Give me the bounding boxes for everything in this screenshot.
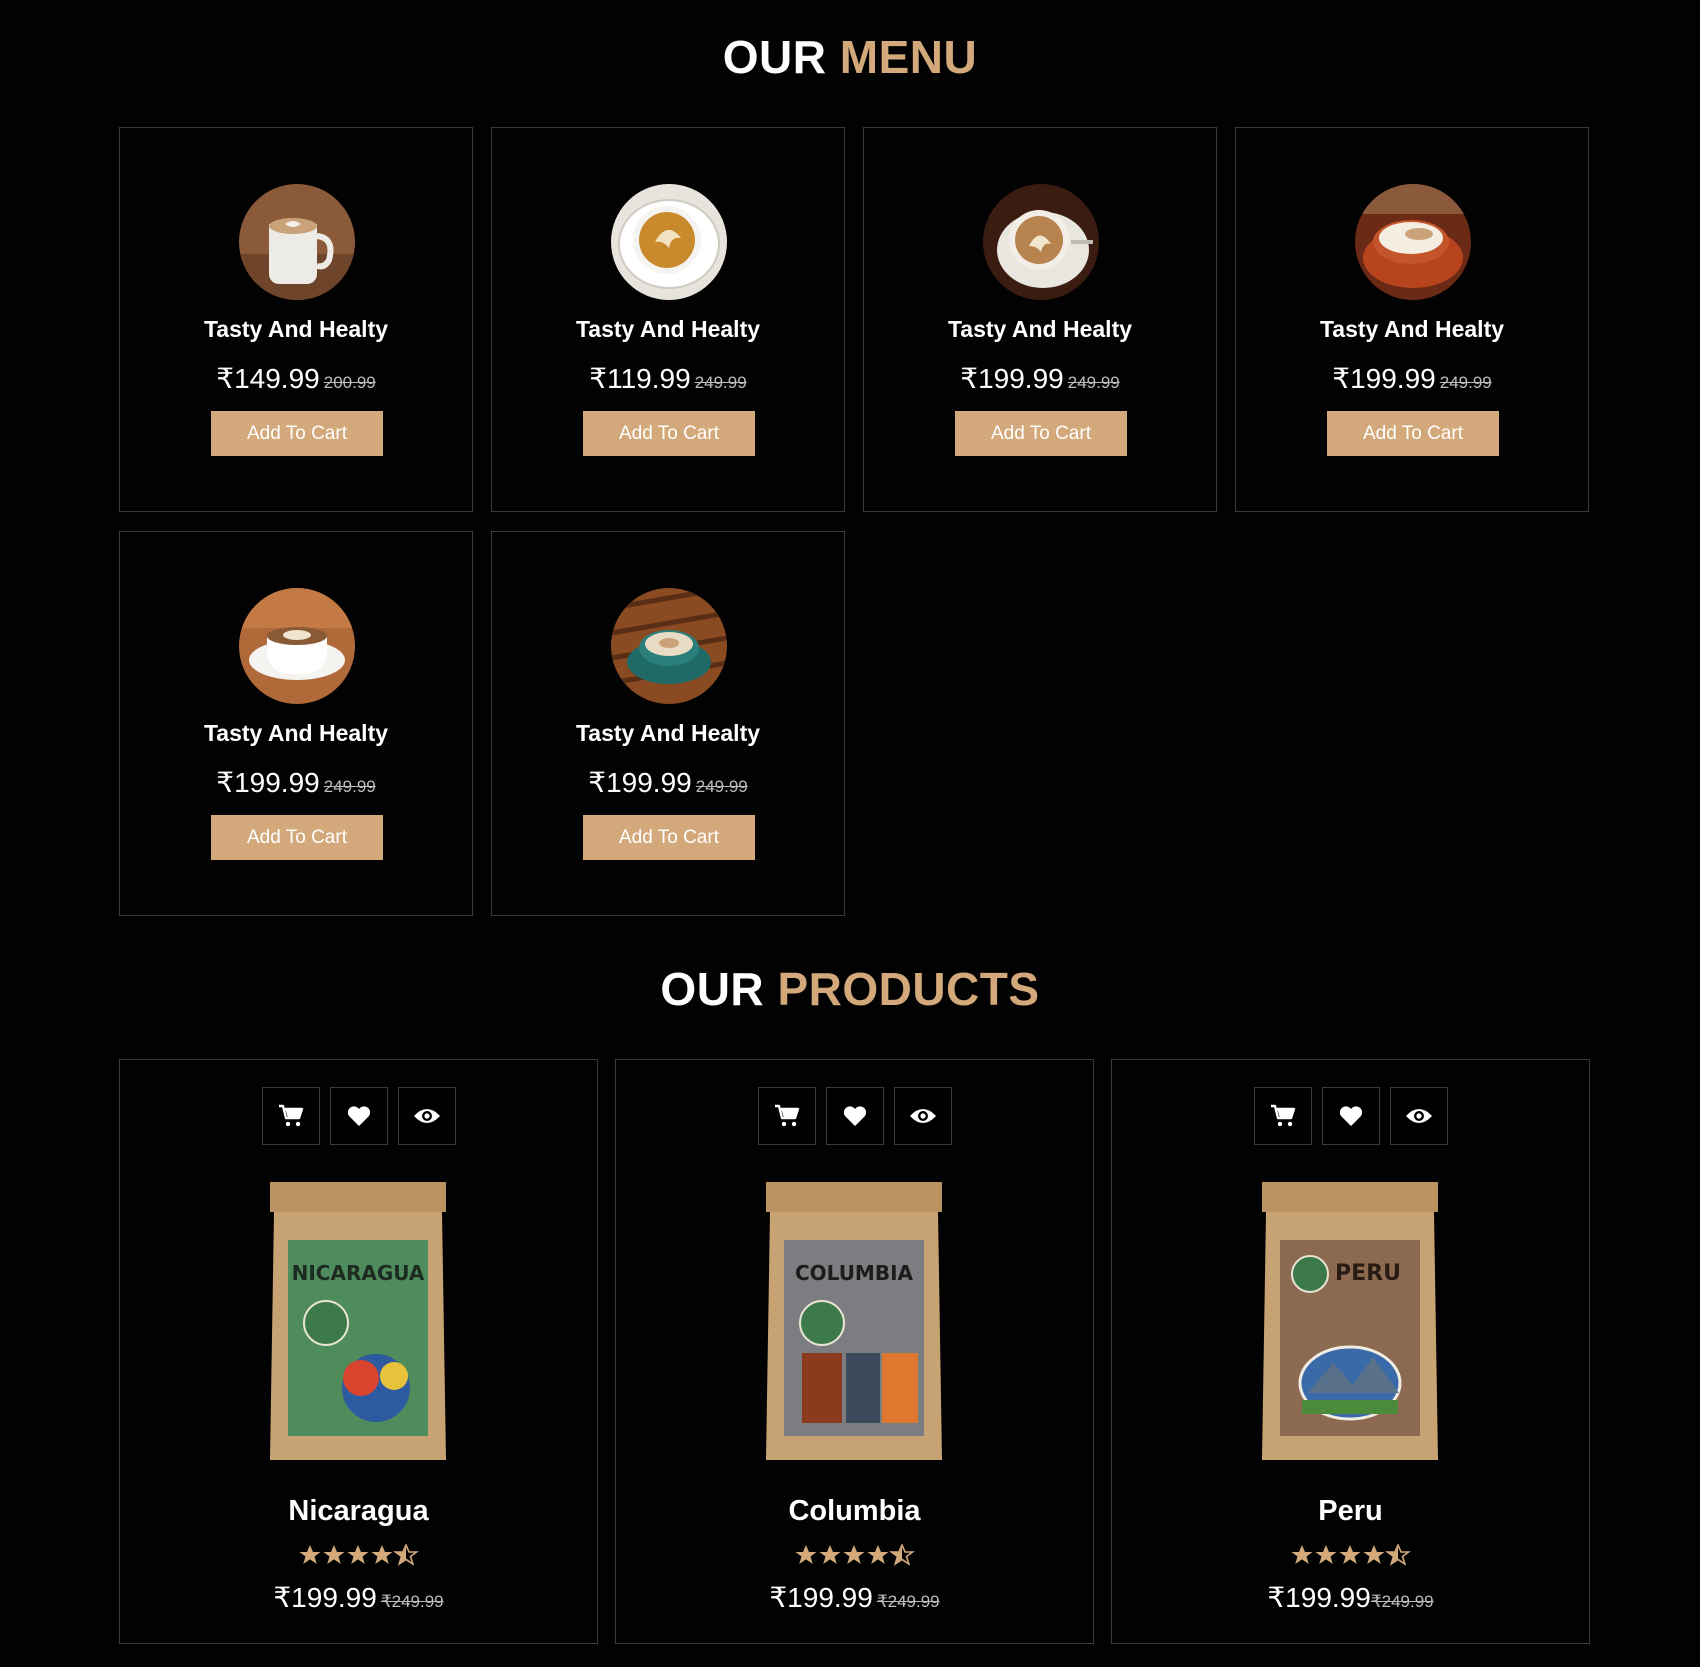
eye-icon[interactable] (398, 1087, 456, 1145)
menu-item-price: ₹199.99 (960, 363, 1064, 394)
product-price: ₹199.99 (273, 1582, 377, 1613)
heart-icon[interactable] (1322, 1087, 1380, 1145)
menu-item-price-row: ₹199.99 249.99 (120, 766, 472, 799)
coffee-photo (983, 184, 1099, 300)
menu-item-old-price: 249.99 (695, 777, 748, 796)
products-heading-part1: OUR (660, 963, 765, 1015)
rating-stars (616, 1542, 1093, 1573)
heart-icon[interactable] (826, 1087, 884, 1145)
coffee-photo (611, 184, 727, 300)
star-icons (299, 1542, 419, 1566)
menu-item-old-price: 249.99 (694, 373, 747, 392)
star-icons (795, 1542, 915, 1566)
rating-stars (1112, 1542, 1589, 1573)
product-price: ₹199.99 (769, 1582, 873, 1613)
menu-item-price: ₹199.99 (588, 767, 692, 798)
menu-heading-part2: MENU (839, 31, 978, 83)
menu-item-price: ₹119.99 (589, 363, 691, 394)
menu-item-price-row: ₹119.99 249.99 (492, 362, 844, 395)
product-card: COLUMBIA Columbia ₹199.99 ₹249.99 (615, 1059, 1094, 1644)
product-price-row: ₹199.99₹249.99 (616, 1581, 1093, 1614)
add-to-cart-button[interactable]: Add To Cart (583, 411, 755, 456)
product-old-price: ₹249.99 (1370, 1592, 1434, 1611)
product-old-price: ₹249.99 (380, 1592, 444, 1611)
bag-label: PERU (1335, 1261, 1401, 1286)
product-actions (758, 1087, 954, 1145)
coffee-photo (611, 588, 727, 704)
products-heading-part2: PRODUCTS (777, 963, 1040, 1015)
product-card: PERU Peru ₹199.99₹249.99 (1111, 1059, 1590, 1644)
coffee-bag-image: NICARAGUA (266, 1178, 450, 1466)
menu-item-old-price: 249.99 (323, 777, 376, 796)
coffee-bag-image: PERU (1258, 1178, 1442, 1466)
menu-item-old-price: 200.99 (323, 373, 376, 392)
menu-card: Tasty And Healty ₹199.99 249.99 Add To Ca… (1235, 127, 1589, 512)
product-price: ₹199.99 (1267, 1582, 1371, 1613)
product-price-row: ₹199.99₹249.99 (120, 1581, 597, 1614)
star-icons (1291, 1542, 1411, 1566)
add-to-cart-button[interactable]: Add To Cart (955, 411, 1127, 456)
coffee-photo (239, 588, 355, 704)
menu-item-name: Tasty And Healty (203, 316, 389, 342)
menu-card: Tasty And Healty ₹199.99 249.99 Add To Ca… (491, 531, 845, 916)
bag-label: NICARAGUA (292, 1261, 425, 1285)
menu-item-price: ₹149.99 (216, 363, 320, 394)
cart-icon[interactable] (1254, 1087, 1312, 1145)
product-actions (262, 1087, 458, 1145)
menu-heading-part1: OUR (722, 31, 827, 83)
menu-item-old-price: 249.99 (1439, 373, 1492, 392)
menu-item-price: ₹199.99 (1332, 363, 1436, 394)
menu-item-name: Tasty And Healty (1319, 316, 1505, 342)
coffee-photo (239, 184, 355, 300)
menu-card: Tasty And Healty ₹149.99 200.99 Add To Ca… (119, 127, 473, 512)
menu-item-name: Tasty And Healty (947, 316, 1133, 342)
menu-item-name: Tasty And Healty (575, 316, 761, 342)
menu-item-price-row: ₹199.99 249.99 (864, 362, 1216, 395)
menu-item-price-row: ₹199.99 249.99 (1236, 362, 1588, 395)
menu-item-price-row: ₹199.99 249.99 (492, 766, 844, 799)
menu-item-old-price: 249.99 (1067, 373, 1120, 392)
product-name: Columbia (788, 1495, 921, 1527)
product-old-price: ₹249.99 (876, 1592, 940, 1611)
eye-icon[interactable] (894, 1087, 952, 1145)
add-to-cart-button[interactable]: Add To Cart (583, 815, 755, 860)
menu-item-name: Tasty And Healty (575, 720, 761, 746)
menu-card: Tasty And Healty ₹199.99 249.99 Add To Ca… (119, 531, 473, 916)
rating-stars (120, 1542, 597, 1573)
product-name: Peru (1318, 1495, 1383, 1527)
cart-icon[interactable] (262, 1087, 320, 1145)
products-heading: OUR PRODUCTS (0, 962, 1700, 1016)
menu-heading: OUR MENU (0, 30, 1700, 84)
menu-item-name: Tasty And Healty (203, 720, 389, 746)
cart-icon[interactable] (758, 1087, 816, 1145)
add-to-cart-button[interactable]: Add To Cart (211, 815, 383, 860)
product-name: Nicaragua (288, 1495, 429, 1527)
add-to-cart-button[interactable]: Add To Cart (1327, 411, 1499, 456)
add-to-cart-button[interactable]: Add To Cart (211, 411, 383, 456)
menu-card: Tasty And Healty ₹199.99 249.99 Add To Ca… (863, 127, 1217, 512)
menu-item-price-row: ₹149.99 200.99 (120, 362, 472, 395)
heart-icon[interactable] (330, 1087, 388, 1145)
product-price-row: ₹199.99₹249.99 (1112, 1581, 1589, 1614)
product-card: NICARAGUA Nicaragua ₹199.99 ₹249.99 (119, 1059, 598, 1644)
coffee-bag-image: COLUMBIA (762, 1178, 946, 1466)
menu-item-price: ₹199.99 (216, 767, 320, 798)
menu-card: Tasty And Healty ₹119.99 249.99 Add To Ca… (491, 127, 845, 512)
product-actions (1254, 1087, 1450, 1145)
bag-label: COLUMBIA (795, 1261, 914, 1285)
coffee-photo (1355, 184, 1471, 300)
eye-icon[interactable] (1390, 1087, 1448, 1145)
